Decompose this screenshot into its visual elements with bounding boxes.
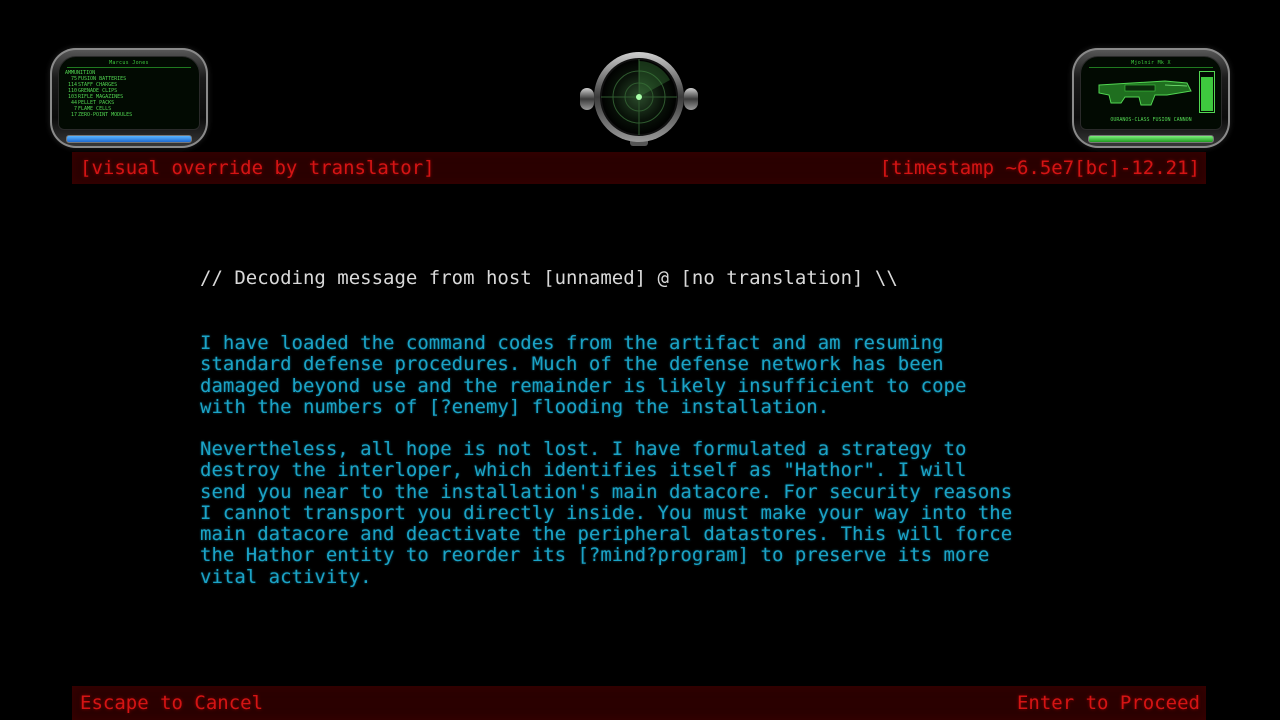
- hud-divider: [67, 67, 191, 68]
- ammo-count: 17: [70, 112, 77, 118]
- ammo-item: 17ZERO-POINT MODULES: [65, 112, 199, 118]
- player-name: Marcus Jones: [109, 60, 149, 66]
- armor-name: Mjolnir Mk X: [1131, 60, 1171, 66]
- hud-divider: [1089, 67, 1213, 68]
- ammo-hud-screen: Marcus Jones AMMUNITION 75FUSION BATTERI…: [58, 56, 200, 130]
- message-paragraph: Nevertheless, all hope is not lost. I ha…: [200, 438, 1013, 588]
- charge-gauge: [1199, 71, 1215, 113]
- health-bar: [66, 135, 192, 143]
- ammo-hud-panel: Marcus Jones AMMUNITION 75FUSION BATTERI…: [50, 48, 208, 148]
- weapon-hud-screen: Mjolnir Mk X OURANOS-CLASS FUSION CANNON: [1080, 56, 1222, 130]
- cancel-prompt[interactable]: Escape to Cancel: [80, 692, 263, 714]
- shield-bar: [1088, 135, 1214, 143]
- ammo-list: 75FUSION BATTERIES 114STAFF CHARGES 110G…: [59, 76, 199, 118]
- top-status-bar: [visual override by translator] [timesta…: [72, 152, 1206, 184]
- motion-tracker-radar: [578, 50, 700, 150]
- translator-override-label: [visual override by translator]: [80, 157, 435, 179]
- proceed-prompt[interactable]: Enter to Proceed: [1017, 692, 1200, 714]
- bottom-prompt-bar: Escape to Cancel Enter to Proceed: [72, 686, 1206, 720]
- radar-icon: [580, 52, 698, 146]
- weapon-hud-panel: Mjolnir Mk X OURANOS-CLASS FUSION CANNON: [1072, 48, 1230, 148]
- ammo-label: ZERO-POINT MODULES: [78, 112, 133, 118]
- timestamp-label: [timestamp ~6.5e7[bc]-12.21]: [879, 157, 1200, 179]
- fusion-cannon-icon: [1098, 80, 1192, 106]
- message-header: // Decoding message from host [unnamed] …: [200, 267, 898, 289]
- charge-fill: [1201, 77, 1213, 111]
- weapon-name: OURANOS-CLASS FUSION CANNON: [1110, 117, 1192, 123]
- message-paragraph: I have loaded the command codes from the…: [200, 332, 967, 418]
